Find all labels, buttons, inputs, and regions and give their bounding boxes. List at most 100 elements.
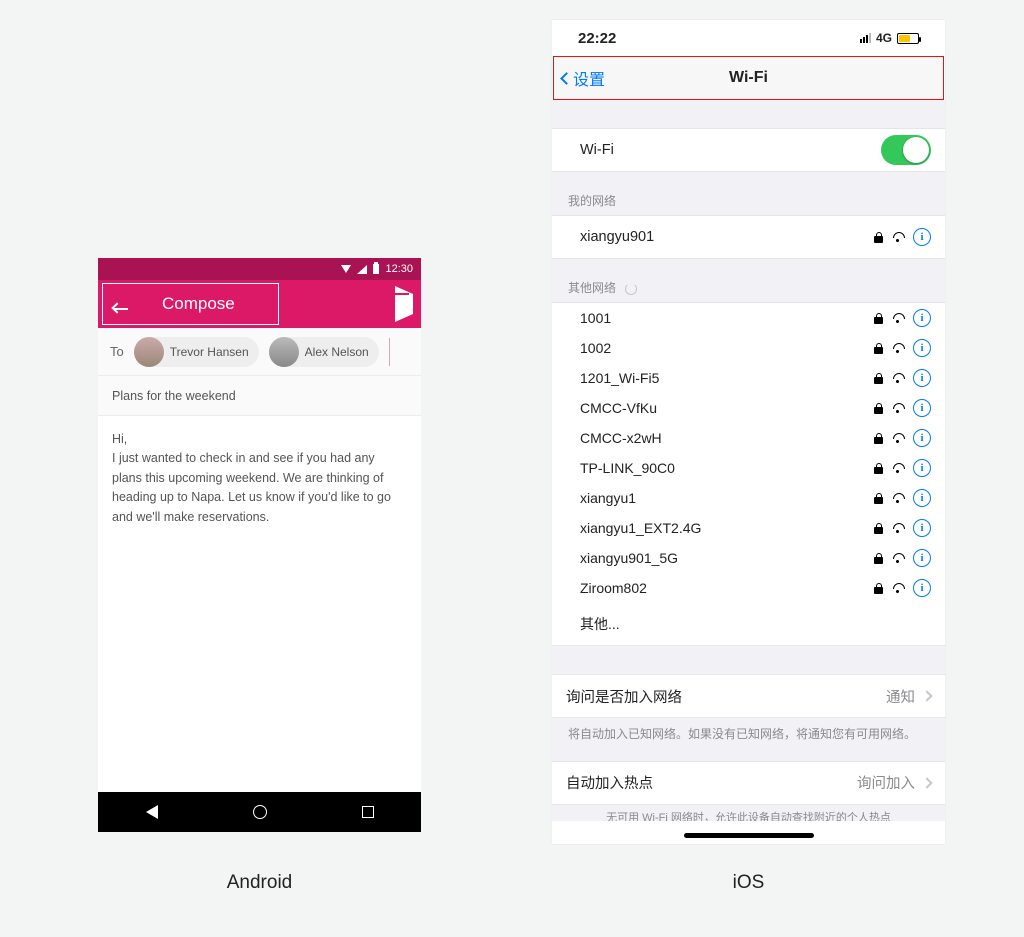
network-row[interactable]: xiangyu901 i — [552, 215, 945, 259]
network-name: Ziroom802 — [580, 580, 647, 596]
network-row[interactable]: CMCC-x2wH i — [552, 423, 945, 453]
info-icon[interactable]: i — [913, 429, 931, 447]
home-indicator[interactable] — [684, 833, 814, 838]
recipient-name: Trevor Hansen — [170, 345, 249, 359]
avatar — [134, 337, 164, 367]
auto-hotspot-row[interactable]: 自动加入热点 询问加入 — [552, 761, 945, 805]
cell-signal-icon — [357, 265, 367, 274]
info-icon[interactable]: i — [913, 549, 931, 567]
android-status-bar: 12:30 — [98, 258, 421, 280]
info-icon[interactable]: i — [913, 339, 931, 357]
body-field[interactable]: Hi, I just wanted to check in and see if… — [98, 416, 421, 541]
auto-hotspot-value: 询问加入 — [857, 772, 915, 793]
network-row[interactable]: 1001 i — [552, 303, 945, 333]
wifi-icon — [891, 463, 905, 473]
subject-field[interactable]: Plans for the weekend — [98, 376, 421, 416]
android-screenshot: 12:30 Compose To Trevor Hansen Alex Nels… — [98, 258, 421, 832]
other-label: 其他... — [580, 614, 620, 634]
auto-hotspot-label: 自动加入热点 — [566, 772, 653, 793]
network-label: 4G — [876, 31, 892, 45]
nav-title: Wi-Fi — [554, 69, 943, 87]
caption-ios: iOS — [552, 872, 945, 894]
wifi-icon — [891, 583, 905, 593]
lock-icon — [874, 583, 883, 594]
network-row[interactable]: 1201_Wi-Fi5 i — [552, 363, 945, 393]
android-nav-bar — [98, 792, 421, 832]
ask-join-label: 询问是否加入网络 — [566, 686, 682, 707]
wifi-icon — [891, 232, 905, 242]
avatar — [269, 337, 299, 367]
battery-icon — [373, 264, 379, 274]
info-icon[interactable]: i — [913, 399, 931, 417]
body-text: I just wanted to check in and see if you… — [112, 449, 407, 527]
wifi-toggle-row: Wi-Fi — [552, 128, 945, 172]
subject-text: Plans for the weekend — [112, 389, 236, 403]
info-icon[interactable]: i — [913, 459, 931, 477]
info-icon[interactable]: i — [913, 228, 931, 246]
status-time: 12:30 — [385, 263, 413, 275]
wifi-icon — [891, 553, 905, 563]
lock-icon — [874, 313, 883, 324]
info-icon[interactable]: i — [913, 579, 931, 597]
other-networks-list: 1001i1002i1201_Wi-Fi5iCMCC-VfKuiCMCC-x2w… — [552, 302, 945, 603]
network-row[interactable]: CMCC-VfKu i — [552, 393, 945, 423]
lock-icon — [874, 232, 883, 243]
ios-status-bar: 22:22 4G — [552, 20, 945, 56]
cursor-indicator — [389, 338, 390, 366]
wifi-icon — [891, 403, 905, 413]
other-manual-row[interactable]: 其他... — [552, 603, 945, 646]
android-app-bar: Compose — [98, 280, 421, 328]
nav-home-icon[interactable] — [253, 805, 267, 819]
back-button[interactable]: 设置 — [554, 66, 605, 90]
chevron-right-icon — [921, 690, 932, 701]
status-time: 22:22 — [578, 30, 616, 47]
network-name: 1001 — [580, 310, 611, 326]
lock-icon — [874, 493, 883, 504]
battery-icon — [897, 33, 919, 44]
arrow-left-icon — [114, 308, 128, 310]
recipient-name: Alex Nelson — [305, 345, 369, 359]
ask-join-row[interactable]: 询问是否加入网络 通知 — [552, 674, 945, 718]
network-row[interactable]: xiangyu901_5Gi — [552, 543, 945, 573]
info-icon[interactable]: i — [913, 309, 931, 327]
to-label: To — [110, 344, 124, 359]
ask-join-note: 将自动加入已知网络。如果没有已知网络，将通知您有可用网络。 — [552, 718, 945, 761]
send-button[interactable] — [395, 294, 413, 315]
wifi-icon — [891, 373, 905, 383]
ask-join-value: 通知 — [886, 686, 915, 707]
section-other-label: 其他网络 — [568, 281, 616, 295]
section-my-networks: 我的网络 — [552, 172, 945, 215]
nav-recent-icon[interactable] — [362, 806, 374, 818]
network-name: CMCC-VfKu — [580, 400, 657, 416]
chevron-left-icon — [560, 72, 573, 85]
network-name: 1201_Wi-Fi5 — [580, 370, 659, 386]
network-row[interactable]: TP-LINK_90C0 i — [552, 453, 945, 483]
lock-icon — [874, 433, 883, 444]
nav-back-icon[interactable] — [146, 805, 158, 819]
lock-icon — [874, 463, 883, 474]
recipient-chip[interactable]: Trevor Hansen — [134, 337, 259, 367]
info-icon[interactable]: i — [913, 369, 931, 387]
network-name: xiangyu901 — [566, 229, 654, 245]
network-row[interactable]: Ziroom802 i — [552, 573, 945, 603]
network-name: CMCC-x2wH — [580, 430, 662, 446]
lock-icon — [874, 523, 883, 534]
recipient-chip[interactable]: Alex Nelson — [269, 337, 379, 367]
send-icon — [395, 286, 413, 322]
caption-android: Android — [98, 872, 421, 894]
wifi-icon — [341, 265, 351, 273]
network-row[interactable]: xiangyu1 i — [552, 483, 945, 513]
network-row[interactable]: 1002 i — [552, 333, 945, 363]
wifi-icon — [891, 343, 905, 353]
wifi-switch[interactable] — [881, 135, 931, 165]
network-name: 1002 — [580, 340, 611, 356]
network-name: TP-LINK_90C0 — [580, 460, 675, 476]
info-icon[interactable]: i — [913, 489, 931, 507]
chevron-right-icon — [921, 777, 932, 788]
network-row[interactable]: xiangyu1_EXT2.4Gi — [552, 513, 945, 543]
network-name: xiangyu1 — [580, 490, 636, 506]
recipients-row[interactable]: To Trevor Hansen Alex Nelson — [98, 328, 421, 376]
lock-icon — [874, 343, 883, 354]
section-other-networks: 其他网络 — [552, 259, 945, 302]
info-icon[interactable]: i — [913, 519, 931, 537]
